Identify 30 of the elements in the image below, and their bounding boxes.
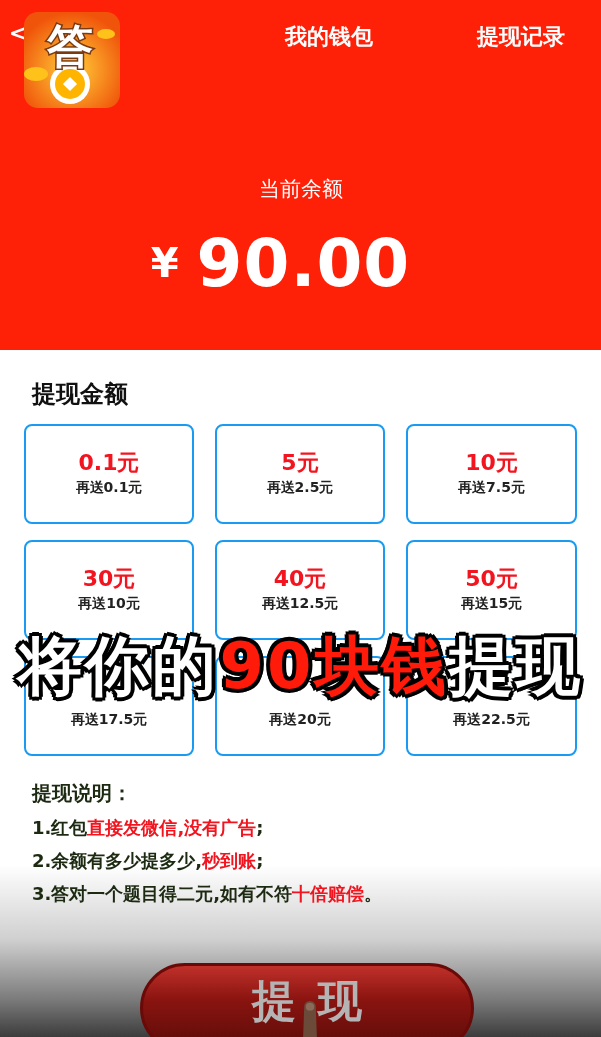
app-icon: 答 xyxy=(24,12,120,108)
balance-amount: 90.00 xyxy=(196,223,411,304)
option-amount: 5元 xyxy=(281,450,319,477)
option-bonus: 再送20元 xyxy=(269,709,331,729)
amount-option[interactable]: 10元 再送7.5元 xyxy=(406,424,577,524)
option-amount: 0.1元 xyxy=(78,450,140,477)
option-amount: 50元 xyxy=(465,566,518,593)
note-line: 2.余额有多少提多少,秒到账; xyxy=(31,849,265,873)
page-title: 我的钱包 xyxy=(284,23,373,51)
option-bonus: 再送22.5元 xyxy=(453,709,530,729)
option-bonus: 再送17.5元 xyxy=(70,709,148,729)
option-bonus: 再送12.5元 xyxy=(261,593,339,613)
option-bonus: 再送2.5元 xyxy=(266,477,334,497)
amount-option[interactable]: 5元 再送2.5元 xyxy=(215,424,385,524)
withdraw-button[interactable]: 提现 xyxy=(140,963,474,1037)
section-title: 提现金额 xyxy=(30,379,129,410)
option-bonus: 再送15元 xyxy=(460,593,523,613)
option-bonus: 再送10元 xyxy=(78,593,140,613)
option-bonus: 再送7.5元 xyxy=(458,477,525,497)
note-line: 3.答对一个题目得二元,如有不符十倍赔偿。 xyxy=(31,882,384,906)
option-bonus: 再送0.1元 xyxy=(75,477,143,497)
balance-label: 当前余额 xyxy=(258,176,343,203)
history-link[interactable]: 提现记录 xyxy=(477,0,601,112)
amount-option[interactable]: 0.1元 再送0.1元 xyxy=(24,424,194,524)
currency-symbol: ¥ xyxy=(150,239,179,288)
notes-title: 提现说明： xyxy=(30,780,133,807)
option-amount: 30元 xyxy=(82,566,136,593)
option-amount: 40元 xyxy=(273,566,327,593)
option-amount: 10元 xyxy=(465,450,518,477)
note-line: 1.红包直接发微信,没有广告; xyxy=(31,816,265,840)
